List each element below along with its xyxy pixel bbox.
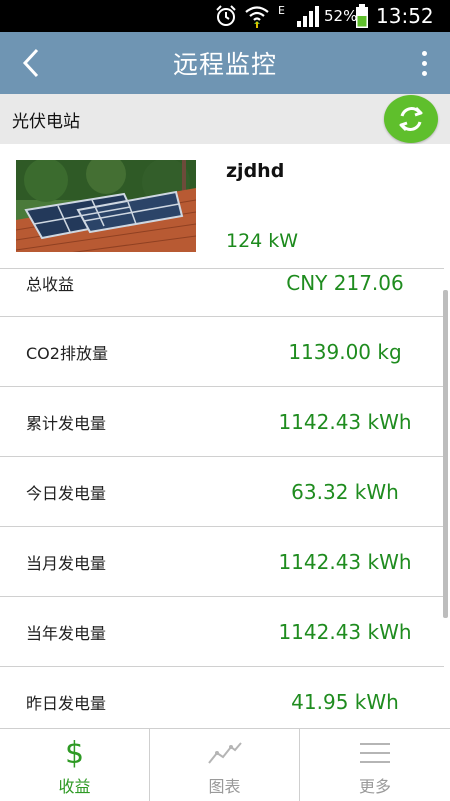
list-item: 累计发电量 1142.43 kWh xyxy=(0,387,444,457)
list-item: 昨日发电量 41.95 kWh xyxy=(0,667,444,728)
list-item: 当年发电量 1142.43 kWh xyxy=(0,597,444,667)
back-button[interactable] xyxy=(8,38,54,88)
station-section-header: 光伏电站 xyxy=(0,94,450,144)
station-power: 124 kW xyxy=(226,230,299,252)
stat-label: 累计发电量 xyxy=(26,414,107,433)
refresh-icon xyxy=(399,106,423,132)
section-title: 光伏电站 xyxy=(12,111,80,132)
tab-earnings[interactable]: $ 收益 xyxy=(0,729,149,801)
tab-more[interactable]: 更多 xyxy=(300,729,450,801)
stat-value: 1139.00 kg xyxy=(288,340,402,364)
stat-value: 63.32 kWh xyxy=(291,480,399,504)
tab-label: 更多 xyxy=(358,777,391,796)
stat-value: CNY 217.06 xyxy=(286,271,404,295)
dollar-icon: $ xyxy=(64,735,85,771)
stat-label: 当年发电量 xyxy=(26,624,107,643)
list-item: 今日发电量 63.32 kWh xyxy=(0,457,444,527)
chart-line-icon xyxy=(150,735,299,771)
solar-panel-photo xyxy=(16,160,196,252)
menu-lines-icon xyxy=(300,735,450,771)
station-name: zjdhd xyxy=(226,160,285,182)
stat-label: 当月发电量 xyxy=(26,554,107,573)
stat-label: 今日发电量 xyxy=(26,484,107,503)
tab-label: 图表 xyxy=(208,777,241,796)
station-card[interactable] xyxy=(0,144,450,270)
stat-value: 1142.43 kWh xyxy=(278,550,412,574)
wifi-icon xyxy=(244,0,270,32)
stat-label: 总收益 xyxy=(26,275,75,294)
alarm-icon xyxy=(214,0,238,32)
page-title: 远程监控 xyxy=(172,50,277,79)
refresh-button[interactable] xyxy=(384,95,438,143)
battery-icon xyxy=(356,0,368,32)
network-type-label: E xyxy=(278,3,285,17)
stat-label: CO2排放量 xyxy=(26,344,108,363)
stat-label: 昨日发电量 xyxy=(26,694,107,713)
scrollbar[interactable] xyxy=(443,290,448,618)
tab-label: 收益 xyxy=(58,777,91,796)
list-item: 总收益 CNY 217.06 xyxy=(0,268,444,318)
clock-time: 13:52 xyxy=(376,4,434,28)
app-bar: 远程监控 xyxy=(0,32,450,94)
battery-percent: 52% xyxy=(324,7,358,25)
tab-chart[interactable]: 图表 xyxy=(150,729,299,801)
stat-value: 41.95 kWh xyxy=(291,690,399,714)
list-item: 当月发电量 1142.43 kWh xyxy=(0,527,444,597)
stat-value: 1142.43 kWh xyxy=(278,410,412,434)
stat-value: 1142.43 kWh xyxy=(278,620,412,644)
more-vertical-icon xyxy=(421,50,427,56)
bottom-tab-bar: $ 收益 图表 更多 xyxy=(0,728,450,801)
overflow-menu-button[interactable] xyxy=(412,42,436,84)
list-item: CO2排放量 1139.00 kg xyxy=(0,317,444,387)
signal-icon xyxy=(296,0,320,32)
status-bar: E 52% 13:52 xyxy=(0,0,450,32)
stats-list: 总收益 CNY 217.06 CO2排放量 1139.00 kg 累计发电量 1… xyxy=(0,268,444,728)
back-arrow-icon xyxy=(22,48,39,78)
